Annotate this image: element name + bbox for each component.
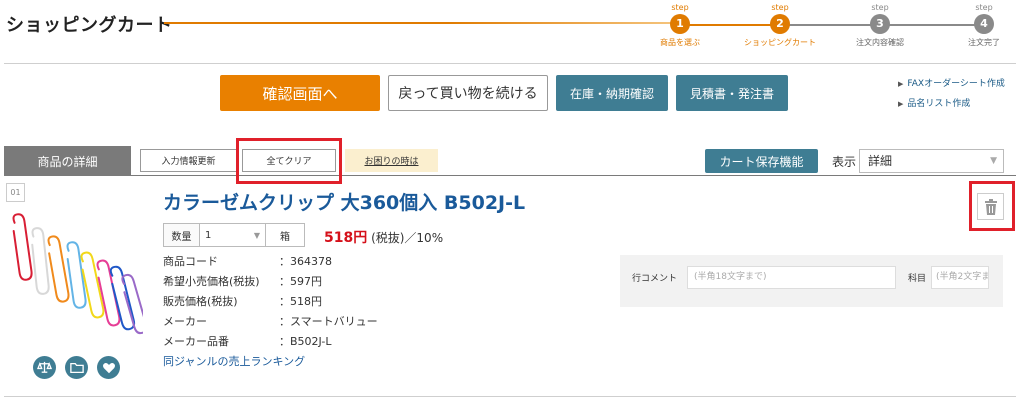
subject-input[interactable]: (半角2文字まで): [931, 266, 989, 289]
save-cart-button[interactable]: カート保存機能: [705, 149, 818, 173]
step-label: step: [771, 3, 789, 12]
product-title[interactable]: カラーゼムクリップ 大360個入 B502J-L: [163, 188, 525, 215]
spec-value: ：B502J-L: [279, 335, 332, 348]
product-image: [12, 213, 143, 335]
spec-value: ：597円: [279, 275, 322, 288]
spec-key: 商品コード: [163, 255, 218, 268]
quote-button[interactable]: 見積書・発注書: [676, 75, 788, 111]
step-name: 注文完了: [968, 38, 1000, 47]
step-label: step: [671, 3, 689, 12]
triangle-right-icon: ▶: [898, 100, 904, 108]
comment-input[interactable]: (半角18文字まで): [687, 266, 896, 289]
help-link[interactable]: お困りの時は: [345, 149, 438, 172]
step-2: step 2 ショッピングカート: [735, 2, 825, 48]
header-divider: [4, 63, 1016, 64]
page-title: ショッピングカート: [6, 15, 173, 36]
step-number: 2: [770, 14, 790, 34]
spec-value: ：518円: [279, 295, 322, 308]
spec-value: ：364378: [279, 255, 332, 268]
quantity-value: 1: [205, 229, 212, 241]
step-4: step 4 注文完了: [939, 2, 1020, 48]
comment-panel: 行コメント (半角18文字まで) 科目 (半角2文字まで): [620, 255, 1003, 307]
product-specs: 商品コード ：364378 希望小売価格(税抜) ：597円 販売価格(税抜) ：51…: [163, 252, 378, 352]
step-1: step 1 商品を選ぶ: [635, 2, 725, 48]
step-name: ショッピングカート: [744, 38, 816, 47]
spec-row: 販売価格(税抜) ：518円: [163, 292, 378, 312]
step-name: 商品を選ぶ: [660, 38, 700, 47]
chevron-down-icon: ▼: [253, 230, 260, 240]
folder-icon[interactable]: [65, 356, 88, 379]
checkout-steps: step 1 商品を選ぶ step 2 ショッピングカート step 3 注文内…: [640, 2, 1020, 52]
price-value: 518円: [324, 230, 368, 246]
spec-row: メーカー ：スマートバリュー: [163, 312, 378, 332]
fax-order-label: FAXオーダーシート作成: [907, 79, 1005, 89]
side-links: ▶ FAXオーダーシート作成 ▶ 品名リスト作成: [898, 76, 1005, 116]
step-3: step 3 注文内容確認: [835, 2, 925, 48]
product-icons: [33, 356, 120, 379]
heart-icon[interactable]: [97, 356, 120, 379]
step-label: step: [975, 3, 993, 12]
quantity-unit: 箱: [280, 231, 290, 243]
spec-value: ：スマートバリュー: [279, 315, 378, 328]
clip-red: [12, 213, 33, 281]
fax-order-link[interactable]: ▶ FAXオーダーシート作成: [898, 76, 1005, 89]
item-index: 01: [6, 183, 25, 202]
spec-key: メーカー品番: [163, 335, 229, 348]
comment-label: 行コメント: [632, 274, 678, 284]
step-name: 注文内容確認: [856, 38, 904, 47]
quantity-field: 数量 1 ▼ 箱: [163, 223, 305, 247]
spec-key: 希望小売価格(税抜): [163, 275, 260, 288]
product-list-label: 品名リスト作成: [907, 99, 971, 109]
clip-orange: [47, 235, 70, 303]
update-info-button[interactable]: 入力情報更新: [140, 149, 237, 172]
step-number: 1: [670, 14, 690, 34]
quantity-label: 数量: [164, 224, 200, 246]
compare-icon[interactable]: [33, 356, 56, 379]
ranking-link[interactable]: 同ジャンルの売上ランキング: [163, 353, 305, 369]
spec-row: 希望小売価格(税抜) ：597円: [163, 272, 378, 292]
tab-divider: [4, 175, 1016, 176]
clip-white: [31, 227, 50, 295]
trash-icon: [984, 198, 997, 215]
spec-key: メーカー: [163, 315, 207, 328]
shopping-cart-page: ショッピングカート step 1 商品を選ぶ step 2 ショッピングカート …: [0, 0, 1020, 410]
price-note: (税抜)／10%: [371, 231, 444, 245]
item-divider: [4, 396, 1016, 397]
spec-row: 商品コード ：364378: [163, 252, 378, 272]
tab-product-detail[interactable]: 商品の詳細: [4, 146, 131, 176]
display-select[interactable]: 詳細 ▼: [859, 149, 1004, 173]
display-value: 詳細: [868, 154, 893, 168]
spec-row: メーカー品番 ：B502J-L: [163, 332, 378, 352]
delete-button[interactable]: [977, 193, 1004, 220]
chevron-down-icon: ▼: [990, 156, 997, 166]
step-number: 4: [974, 14, 994, 34]
display-label: 表示: [832, 155, 857, 169]
product-list-link[interactable]: ▶ 品名リスト作成: [898, 96, 1005, 109]
step-number: 3: [870, 14, 890, 34]
confirm-button[interactable]: 確認画面へ: [220, 75, 380, 111]
step-label: step: [871, 3, 889, 12]
clear-all-button[interactable]: 全てクリア: [242, 149, 336, 172]
title-divider: [164, 22, 680, 24]
spec-key: 販売価格(税抜): [163, 295, 238, 308]
stock-check-button[interactable]: 在庫・納期確認: [556, 75, 668, 111]
price: 518円 (税抜)／10%: [324, 227, 443, 247]
continue-shopping-button[interactable]: 戻って買い物を続ける: [388, 75, 548, 111]
triangle-right-icon: ▶: [898, 80, 904, 88]
quantity-select[interactable]: 1 ▼: [200, 224, 266, 246]
subject-label: 科目: [908, 274, 927, 284]
